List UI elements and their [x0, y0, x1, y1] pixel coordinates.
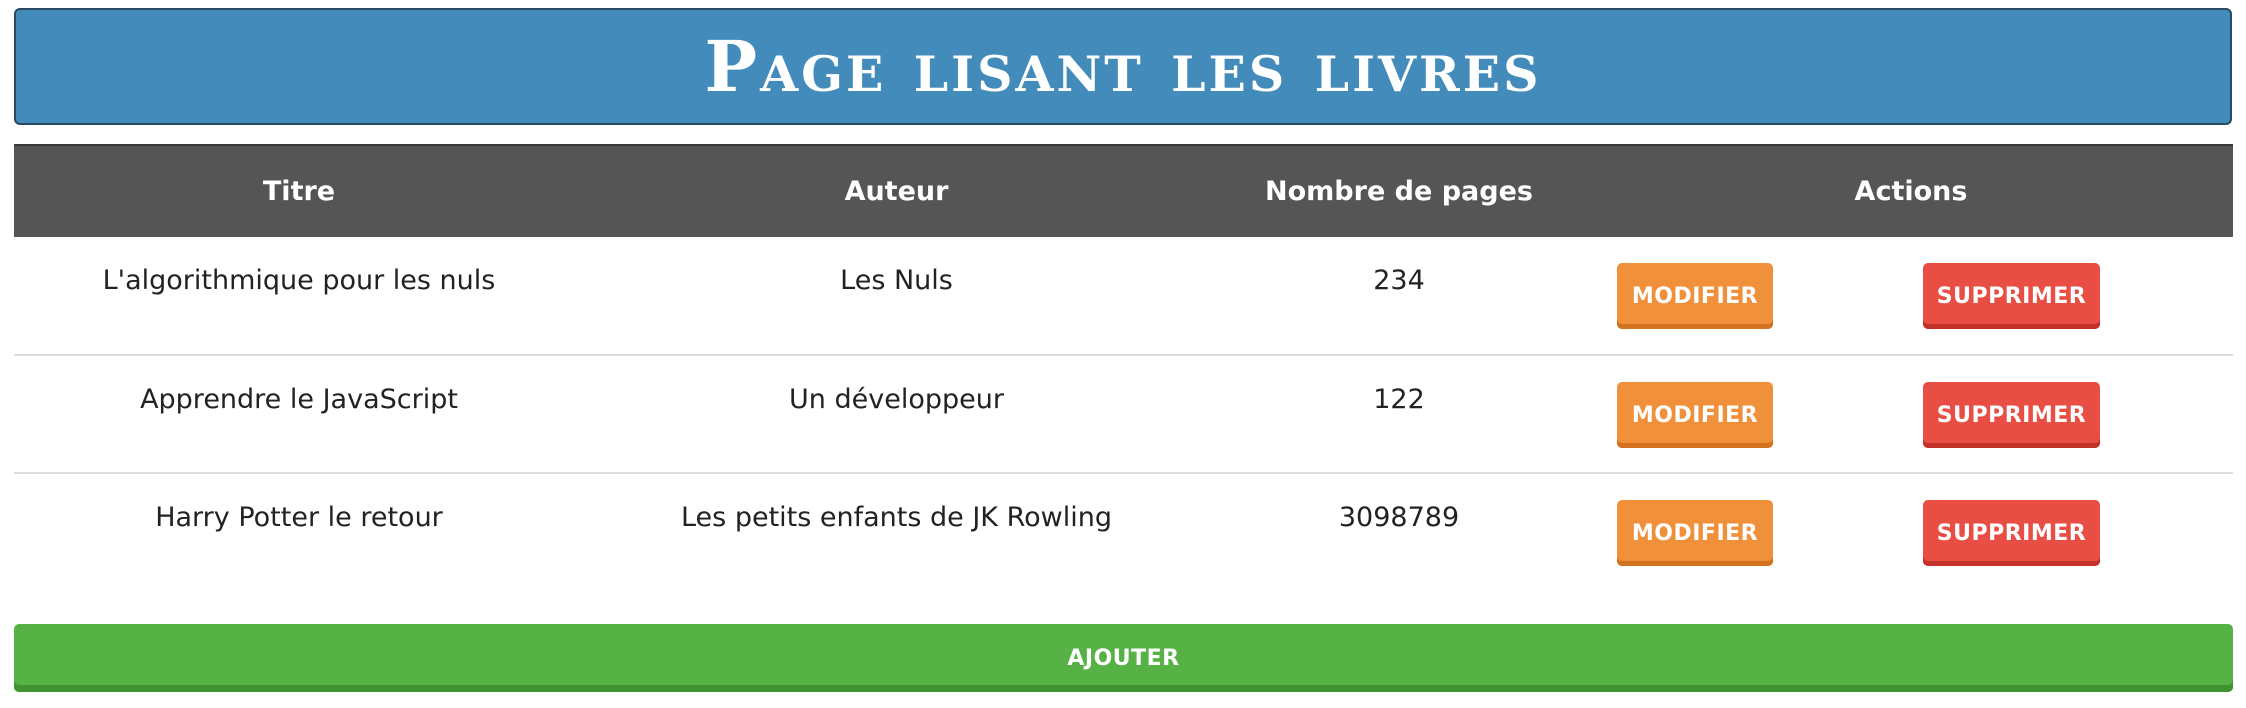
delete-button[interactable]: SUPPRIMER	[1923, 500, 2100, 566]
book-pages: 3098789	[1338, 502, 1460, 533]
column-header-pages: Nombre de pages	[1209, 144, 1589, 237]
book-author: Les petits enfants de JK Rowling	[680, 502, 1112, 533]
page-title: Page lisant les livres	[704, 24, 1542, 108]
page-banner: Page lisant les livres	[14, 8, 2232, 125]
book-title: L'algorithmique pour les nuls	[102, 265, 496, 296]
book-pages: 122	[1373, 384, 1425, 415]
modify-button[interactable]: MODIFIER	[1617, 500, 1773, 566]
actions-cell: MODIFIER SUPPRIMER	[1589, 237, 2233, 355]
table-header-row: Titre Auteur Nombre de pages Actions	[14, 144, 2233, 237]
page: Page lisant les livres Titre Auteur Nomb…	[0, 0, 2246, 708]
book-author: Un développeur	[789, 384, 1004, 415]
column-header-titre: Titre	[14, 144, 584, 237]
actions-cell: MODIFIER SUPPRIMER	[1589, 355, 2233, 473]
book-author: Les Nuls	[840, 265, 953, 296]
modify-button[interactable]: MODIFIER	[1617, 263, 1773, 329]
book-title: Harry Potter le retour	[155, 502, 443, 533]
column-header-auteur: Auteur	[584, 144, 1209, 237]
table-row: Harry Potter le retour Les petits enfant…	[14, 473, 2233, 591]
book-pages: 234	[1373, 265, 1425, 296]
book-title: Apprendre le JavaScript	[140, 384, 458, 415]
delete-button[interactable]: SUPPRIMER	[1923, 263, 2100, 329]
table-row: Apprendre le JavaScript Un développeur 1…	[14, 355, 2233, 473]
actions-cell: MODIFIER SUPPRIMER	[1589, 473, 2233, 591]
books-table: Titre Auteur Nombre de pages Actions L'a…	[14, 144, 2233, 591]
add-button[interactable]: AJOUTER	[14, 624, 2233, 692]
delete-button[interactable]: SUPPRIMER	[1923, 382, 2100, 448]
column-header-actions: Actions	[1589, 144, 2233, 237]
modify-button[interactable]: MODIFIER	[1617, 382, 1773, 448]
table-row: L'algorithmique pour les nuls Les Nuls 2…	[14, 237, 2233, 355]
